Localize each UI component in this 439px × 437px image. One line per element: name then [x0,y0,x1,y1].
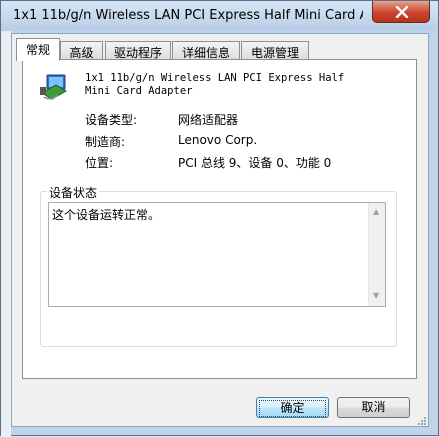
window-title: 1x1 11b/g/n Wireless LAN PCI Express Hal… [13,8,363,23]
tab-label: 电源管理 [250,46,299,60]
tab-driver[interactable]: 驱动程序 [105,41,171,60]
device-status-label: 设备状态 [47,184,100,201]
background-window-strip [1,31,11,437]
close-button[interactable] [372,1,430,23]
tab-general[interactable]: 常规 [16,38,60,61]
device-name-line-1: 1x1 11b/g/n Wireless LAN PCI Express Hal… [85,72,345,84]
manufacturer-label: 制造商: [85,135,126,149]
device-type-value: 网络适配器 [178,113,239,127]
manufacturer-value: Lenovo Corp. [178,133,258,147]
tab-label: 常规 [25,43,50,57]
tab-advanced[interactable]: 高级 [60,41,103,60]
device-name: 1x1 11b/g/n Wireless LAN PCI Express Hal… [85,72,355,98]
ok-button[interactable]: 确定 [256,397,329,418]
scroll-up-icon[interactable]: ▲ [373,207,379,216]
close-icon [395,6,409,18]
title-bar[interactable]: 1x1 11b/g/n Wireless LAN PCI Express Hal… [1,1,438,31]
location-label: 位置: [85,156,114,170]
cancel-button[interactable]: 取消 [337,397,410,418]
tab-label: 驱动程序 [113,46,162,60]
scroll-down-icon[interactable]: ▼ [373,291,379,300]
resize-grip-icon[interactable] [416,415,426,425]
network-adapter-icon [40,74,67,100]
device-name-line-2: Mini Card Adapter [85,85,193,97]
status-scrollbar[interactable]: ▲ ▼ [368,203,385,306]
tab-label: 高级 [69,46,94,60]
device-type-label: 设备类型: [85,113,138,127]
properties-dialog: 1x1 11b/g/n Wireless LAN PCI Express Hal… [0,0,439,437]
tab-label: 详细信息 [181,46,230,60]
device-status-textbox[interactable]: 这个设备运转正常。 ▲ ▼ [48,202,386,307]
tab-details[interactable]: 详细信息 [172,41,240,60]
location-value: PCI 总线 9、设备 0、功能 0 [178,156,332,170]
tab-power-management[interactable]: 电源管理 [241,41,309,60]
ok-button-label: 确定 [259,400,326,417]
device-status-text: 这个设备运转正常。 [52,208,161,222]
